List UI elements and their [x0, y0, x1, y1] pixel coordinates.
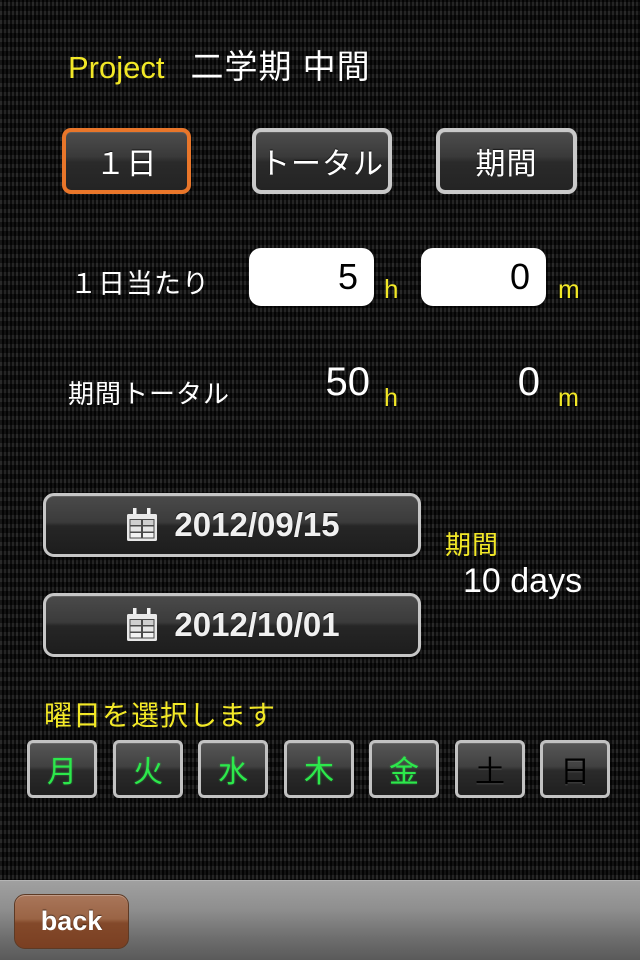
weekday-tue-label: 火 [133, 756, 163, 789]
back-button-label: back [40, 906, 103, 936]
weekday-tue[interactable]: 火 [113, 740, 183, 798]
app-background: Project 二学期 中間 １日 トータル 期間 １日当たり 5 h 0 m … [0, 0, 640, 960]
tab-per-day[interactable]: １日 [62, 128, 191, 194]
per-day-label: １日当たり [70, 269, 210, 299]
weekday-wed-label: 水 [218, 756, 248, 789]
tab-per-day-label: １日 [95, 148, 158, 181]
per-day-minutes-value: 0 [509, 256, 530, 297]
tab-period-label: 期間 [475, 148, 538, 181]
weekday-sat[interactable]: 土 [455, 740, 525, 798]
main-content: Project 二学期 中間 １日 トータル 期間 １日当たり 5 h 0 m … [0, 0, 640, 880]
per-day-row: １日当たり 5 h 0 m [0, 248, 640, 312]
weekday-wed[interactable]: 水 [198, 740, 268, 798]
start-date-value: 2012/09/15 [174, 506, 340, 543]
weekday-fri-label: 金 [389, 756, 419, 789]
per-day-minutes-input[interactable]: 0 [421, 248, 546, 306]
bottom-toolbar: back [0, 880, 640, 960]
project-label: Project [68, 50, 165, 85]
end-date-button[interactable]: 2012/10/01 [43, 593, 421, 657]
tab-total[interactable]: トータル [252, 128, 392, 194]
weekday-mon-label: 月 [47, 756, 77, 789]
tab-period[interactable]: 期間 [436, 128, 577, 194]
page-header: Project 二学期 中間 [68, 40, 371, 88]
period-total-minutes-value: 0 [517, 360, 540, 404]
weekday-hint-label: 曜日を選択します [44, 700, 277, 731]
period-total-row: 期間トータル 50 h 0 m [0, 360, 640, 416]
weekday-sun-label: 日 [560, 756, 590, 789]
period-label: 期間 [445, 530, 500, 560]
per-day-hours-value: 5 [337, 256, 358, 297]
weekday-selector: 月 火 水 木 金 土 日 [27, 740, 617, 800]
per-day-hours-input[interactable]: 5 [249, 248, 374, 306]
weekday-thu-label: 木 [304, 756, 334, 789]
mode-tab-bar: １日 トータル 期間 [62, 128, 582, 196]
per-day-minutes-unit: m [558, 274, 580, 304]
weekday-sun[interactable]: 日 [540, 740, 610, 798]
period-total-hours-value: 50 [325, 360, 371, 404]
period-days-value: 10 days [463, 562, 583, 600]
calendar-icon [124, 607, 160, 643]
period-total-hours-unit: h [384, 384, 398, 412]
period-total-label: 期間トータル [68, 379, 231, 409]
weekday-mon[interactable]: 月 [27, 740, 97, 798]
weekday-fri[interactable]: 金 [369, 740, 439, 798]
page-title: 二学期 中間 [190, 48, 371, 85]
end-date-value: 2012/10/01 [174, 606, 340, 643]
period-total-minutes-unit: m [558, 384, 579, 412]
tab-total-label: トータル [260, 148, 384, 181]
per-day-hours-unit: h [384, 274, 399, 304]
weekday-thu[interactable]: 木 [284, 740, 354, 798]
start-date-button[interactable]: 2012/09/15 [43, 493, 421, 557]
weekday-sat-label: 土 [475, 756, 505, 789]
back-button[interactable]: back [14, 894, 129, 949]
calendar-icon [124, 507, 160, 543]
